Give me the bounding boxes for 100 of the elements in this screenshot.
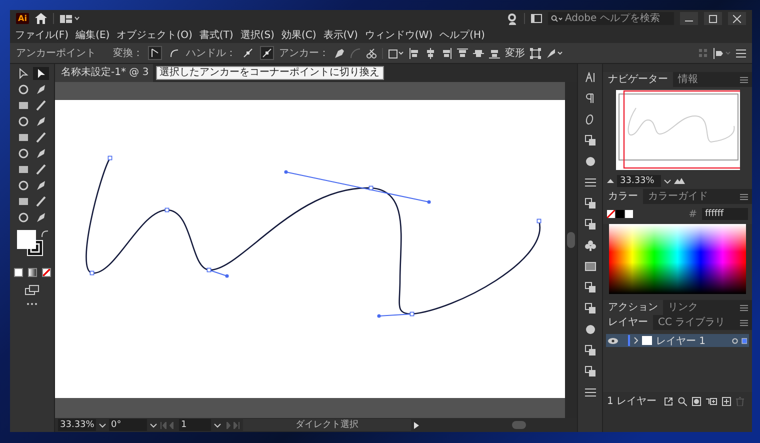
direct-tool-button[interactable] bbox=[33, 67, 49, 80]
menu-item[interactable]: 選択(S) bbox=[240, 28, 274, 42]
tool-icon[interactable] bbox=[18, 116, 28, 127]
menu-item[interactable]: 書式(T) bbox=[199, 28, 234, 42]
menu-item[interactable]: オブジェクト(O) bbox=[116, 28, 192, 42]
transform-link[interactable]: 変形 bbox=[505, 46, 525, 60]
menu-icon[interactable] bbox=[740, 194, 748, 200]
anchor-point[interactable] bbox=[164, 208, 170, 212]
align-icon[interactable] bbox=[425, 48, 436, 58]
stroke-panel-icon[interactable] bbox=[584, 177, 596, 188]
export-icon[interactable] bbox=[664, 396, 673, 406]
tool-icon[interactable] bbox=[36, 148, 46, 159]
zoom-field[interactable]: 33.33% bbox=[617, 175, 661, 187]
tool-icon[interactable] bbox=[18, 196, 28, 207]
menu-icon[interactable] bbox=[740, 76, 748, 82]
panel-tab[interactable]: カラー bbox=[603, 189, 643, 204]
club-panel-icon[interactable] bbox=[584, 240, 596, 251]
search-icon[interactable] bbox=[551, 14, 563, 22]
fill-color-swatch[interactable] bbox=[625, 210, 633, 218]
maximize-button[interactable] bbox=[704, 12, 722, 25]
menu-item[interactable]: 効果(C) bbox=[281, 28, 316, 42]
fill-stroke-swatch-icon[interactable] bbox=[17, 230, 44, 257]
zoom-in-icon[interactable] bbox=[674, 178, 685, 184]
scissors-icon[interactable] bbox=[366, 48, 377, 58]
hex-field[interactable]: ffffff bbox=[702, 208, 748, 220]
new-layer-icon[interactable] bbox=[722, 396, 731, 406]
caret-icon[interactable] bbox=[150, 422, 157, 428]
panel-tab[interactable]: ナビゲーター bbox=[603, 72, 673, 87]
home-icon[interactable] bbox=[34, 13, 47, 24]
none-swatch-icon[interactable] bbox=[607, 210, 615, 218]
mask-icon[interactable] bbox=[692, 396, 701, 406]
rotation-field[interactable]: 0° bbox=[109, 419, 147, 431]
panel-tab[interactable]: レイヤー bbox=[603, 315, 653, 330]
panel-icon[interactable] bbox=[531, 14, 542, 23]
tool-icon[interactable] bbox=[18, 212, 28, 223]
direction-handle[interactable] bbox=[377, 314, 412, 318]
tool-icon[interactable] bbox=[18, 164, 28, 175]
tool-icon[interactable] bbox=[36, 212, 46, 223]
caret-icon[interactable] bbox=[664, 178, 671, 184]
align-icon[interactable] bbox=[457, 48, 468, 58]
bounding-box-icon[interactable] bbox=[530, 48, 541, 58]
stroke-color-swatch[interactable] bbox=[616, 210, 624, 218]
puppet-warp-icon[interactable] bbox=[546, 48, 564, 58]
gradient-mode-icon[interactable] bbox=[28, 268, 36, 277]
menu-item[interactable]: ファイル(F) bbox=[15, 28, 69, 42]
tool-icon[interactable] bbox=[36, 84, 46, 95]
minimize-button[interactable] bbox=[680, 12, 698, 25]
expand-icon[interactable] bbox=[634, 337, 638, 344]
align-icon[interactable] bbox=[473, 48, 484, 58]
color-mode-icon[interactable] bbox=[14, 268, 22, 277]
caret-icon[interactable] bbox=[99, 422, 106, 428]
play-icon[interactable] bbox=[414, 422, 419, 428]
align-icon[interactable] bbox=[441, 48, 452, 58]
align-icon[interactable] bbox=[489, 48, 500, 58]
menu-item[interactable]: 編集(E) bbox=[76, 28, 110, 42]
layer-row[interactable]: レイヤー 1 bbox=[606, 334, 749, 347]
align-dropdown-icon[interactable] bbox=[713, 48, 731, 58]
tool-icon[interactable] bbox=[36, 180, 46, 191]
tool-icon[interactable] bbox=[18, 84, 28, 95]
tool-icon[interactable] bbox=[18, 68, 28, 79]
anchor-point[interactable] bbox=[108, 156, 112, 160]
anchor-point[interactable] bbox=[368, 186, 374, 190]
menu-icon[interactable] bbox=[740, 304, 748, 310]
tool-icon[interactable] bbox=[18, 132, 28, 143]
pathfinder-panel-icon[interactable] bbox=[584, 135, 596, 146]
tool-icon[interactable] bbox=[18, 180, 28, 191]
direction-handle[interactable] bbox=[284, 170, 431, 204]
type-panel-icon[interactable] bbox=[584, 72, 596, 83]
panel-tab[interactable]: 情報 bbox=[673, 72, 703, 87]
pen-icon[interactable] bbox=[334, 48, 345, 58]
zoom-out-icon[interactable] bbox=[607, 179, 614, 183]
workspace-icon[interactable] bbox=[60, 14, 80, 22]
shape-icon[interactable] bbox=[388, 48, 404, 58]
align-icon[interactable] bbox=[409, 48, 420, 58]
glyph-panel-icon[interactable] bbox=[584, 114, 596, 125]
direction-handle[interactable] bbox=[208, 270, 229, 278]
target-icon[interactable] bbox=[732, 338, 747, 344]
tool-icon[interactable] bbox=[36, 100, 46, 111]
tool-icon[interactable] bbox=[18, 100, 28, 111]
tool-icon[interactable] bbox=[36, 196, 46, 207]
color-spectrum[interactable] bbox=[609, 224, 746, 294]
tool-icon[interactable] bbox=[36, 164, 46, 175]
menu-icon[interactable] bbox=[740, 320, 748, 326]
tool-icon[interactable] bbox=[36, 132, 46, 143]
anchor-point[interactable] bbox=[206, 268, 212, 272]
swap-icon[interactable] bbox=[41, 230, 49, 238]
panel-tab[interactable]: リンク bbox=[663, 300, 703, 315]
close-button[interactable] bbox=[728, 12, 746, 25]
artboard-field[interactable]: 1 bbox=[179, 419, 211, 431]
list-icon[interactable] bbox=[736, 48, 746, 58]
panel-tab[interactable]: アクション bbox=[603, 300, 663, 315]
panel-tab[interactable]: CC ライブラリ bbox=[653, 315, 730, 330]
new-sublayer-icon[interactable] bbox=[706, 396, 717, 406]
para-panel-icon[interactable] bbox=[584, 93, 596, 104]
close-icon[interactable] bbox=[733, 14, 741, 22]
document-tab[interactable]: 名称未設定-1* @ 3 bbox=[55, 64, 153, 82]
anchor-point[interactable] bbox=[536, 218, 542, 224]
tool-icon[interactable] bbox=[18, 148, 28, 159]
anchor-point[interactable] bbox=[410, 312, 414, 316]
none-mode-icon[interactable] bbox=[42, 268, 50, 277]
